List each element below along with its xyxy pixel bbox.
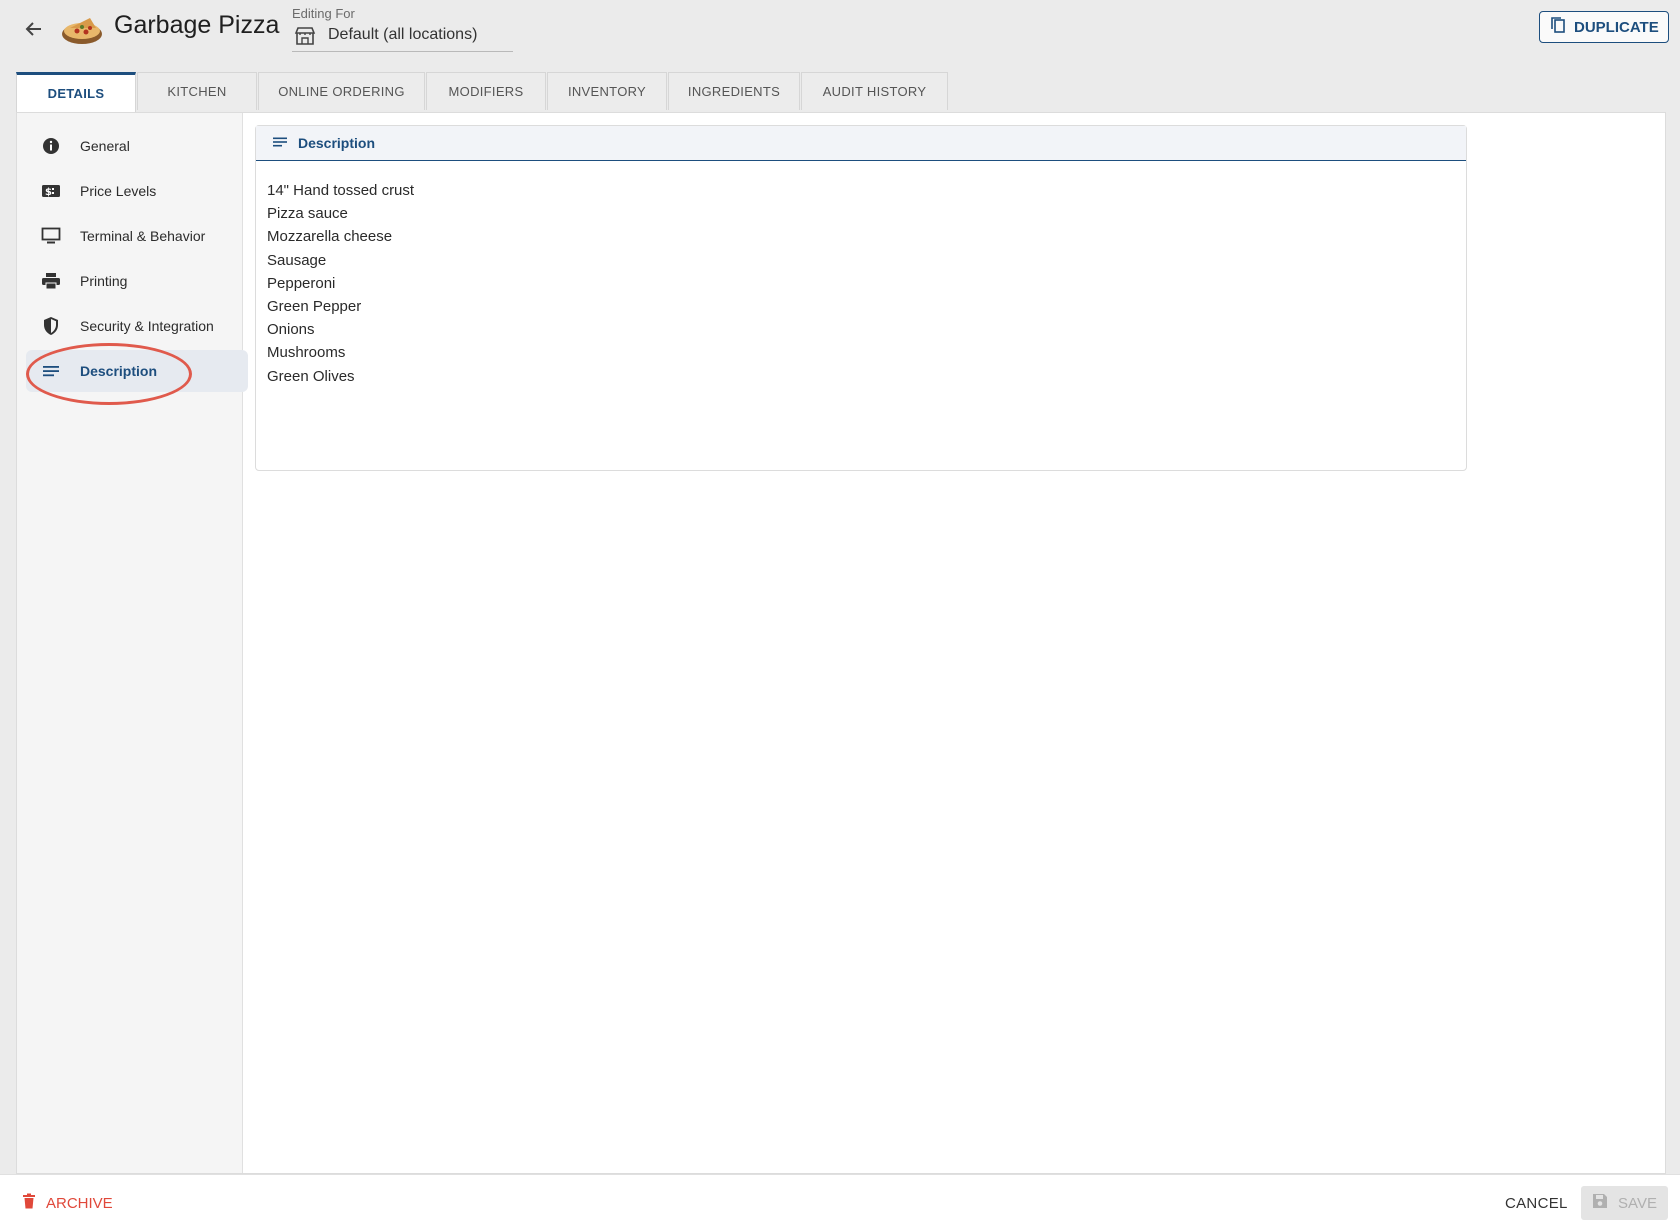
monitor-icon bbox=[40, 225, 62, 247]
page-title: Garbage Pizza bbox=[114, 11, 280, 39]
tab-modifiers[interactable]: MODIFIERS bbox=[426, 72, 546, 110]
sidebar-item-terminal-behavior[interactable]: Terminal & Behavior bbox=[26, 215, 248, 257]
tab-kitchen[interactable]: KITCHEN bbox=[137, 72, 257, 110]
archive-button[interactable]: ARCHIVE bbox=[22, 1193, 113, 1213]
archive-label: ARCHIVE bbox=[46, 1194, 113, 1212]
tab-ingredients[interactable]: INGREDIENTS bbox=[668, 72, 800, 110]
cancel-button[interactable]: CANCEL bbox=[1505, 1195, 1568, 1212]
description-line: Mozzarella cheese bbox=[267, 228, 393, 246]
store-icon bbox=[294, 26, 316, 46]
sidebar-item-label: Printing bbox=[80, 273, 128, 289]
description-line: Onions bbox=[267, 321, 315, 339]
info-icon bbox=[40, 135, 62, 157]
printer-icon bbox=[40, 270, 62, 292]
description-line: Mushrooms bbox=[267, 344, 346, 362]
description-line: Green Olives bbox=[267, 367, 355, 385]
trash-icon bbox=[22, 1193, 36, 1213]
copy-icon bbox=[1550, 16, 1566, 38]
sidebar-item-printing[interactable]: Printing bbox=[26, 260, 248, 302]
shield-icon bbox=[40, 315, 62, 337]
description-line: Green Pepper bbox=[267, 298, 362, 316]
sidebar-item-security-integration[interactable]: Security & Integration bbox=[26, 305, 248, 347]
save-label: SAVE bbox=[1618, 1194, 1657, 1212]
pizza-icon bbox=[60, 10, 104, 48]
sidebar-item-general[interactable]: General bbox=[26, 125, 248, 167]
sidebar-item-label: Security & Integration bbox=[80, 318, 214, 334]
lines-icon bbox=[272, 135, 288, 151]
footer-bar: ARCHIVE CANCEL SAVE bbox=[0, 1174, 1680, 1232]
sidebar-item-label: Description bbox=[80, 363, 158, 379]
sidebar-item-price-levels[interactable]: $ Price Levels bbox=[26, 170, 248, 212]
tab-bar: DETAILS KITCHEN ONLINE ORDERING MODIFIER… bbox=[16, 72, 949, 112]
lines-icon bbox=[40, 360, 62, 382]
duplicate-button[interactable]: DUPLICATE bbox=[1539, 11, 1669, 43]
back-arrow-icon[interactable] bbox=[18, 13, 50, 45]
price-tag-icon: $ bbox=[40, 180, 62, 202]
description-line: Pepperoni bbox=[267, 274, 336, 292]
tab-audit-history[interactable]: AUDIT HISTORY bbox=[801, 72, 948, 110]
tab-inventory[interactable]: INVENTORY bbox=[547, 72, 667, 110]
duplicate-label: DUPLICATE bbox=[1574, 18, 1659, 36]
sidebar-item-label: General bbox=[80, 138, 130, 154]
save-button[interactable]: SAVE bbox=[1581, 1186, 1668, 1220]
svg-text:$: $ bbox=[45, 187, 52, 198]
save-icon bbox=[1592, 1193, 1608, 1213]
description-card-title: Description bbox=[298, 135, 376, 151]
tab-online-ordering[interactable]: ONLINE ORDERING bbox=[258, 72, 425, 110]
details-panel: General $ Price Levels Terminal & Behavi… bbox=[16, 112, 1666, 1174]
description-card-header: Description bbox=[256, 126, 1466, 161]
sidebar: General $ Price Levels Terminal & Behavi… bbox=[17, 113, 248, 1173]
sidebar-item-description[interactable]: Description bbox=[26, 350, 248, 392]
description-line: 14" Hand tossed crust bbox=[267, 182, 415, 199]
sidebar-item-label: Price Levels bbox=[80, 183, 157, 199]
description-line: Pizza sauce bbox=[267, 205, 348, 223]
sidebar-item-label: Terminal & Behavior bbox=[80, 228, 206, 244]
location-selector[interactable]: Editing For Default (all locations) bbox=[292, 6, 513, 52]
description-line: Sausage bbox=[267, 251, 327, 269]
description-textarea[interactable]: 14" Hand tossed crust Pizza sauce Mozzar… bbox=[256, 161, 1466, 406]
editing-for-label: Editing For bbox=[292, 6, 355, 21]
description-card: Description 14" Hand tossed crust Pizza … bbox=[255, 125, 1467, 471]
top-bar: Garbage Pizza Editing For Default (all l… bbox=[0, 0, 1680, 70]
editing-for-value: Default (all locations) bbox=[328, 26, 478, 43]
tab-details[interactable]: DETAILS bbox=[16, 72, 136, 112]
